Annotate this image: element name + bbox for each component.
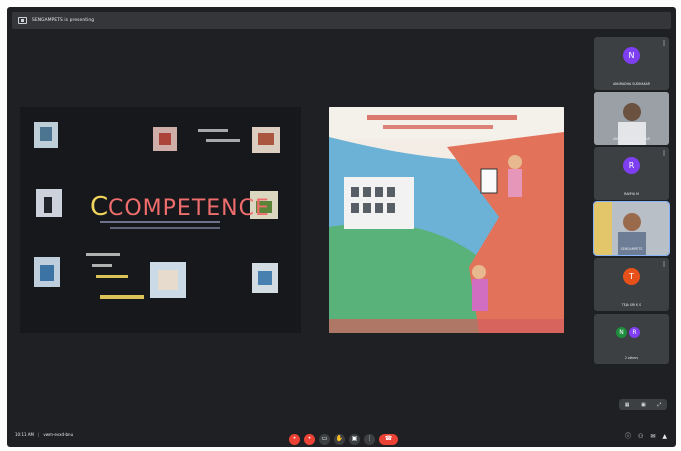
leave-call-button[interactable]: ☎: [379, 433, 398, 445]
screen-share-stage: C COMPETENCE: [20, 107, 570, 333]
captions-icon: ▭: [321, 435, 328, 442]
separator: |: [38, 432, 40, 437]
activities-icon[interactable]: ▲: [662, 434, 667, 440]
expand-icon[interactable]: ⤢: [657, 402, 661, 408]
info-icon[interactable]: ⓘ: [625, 434, 631, 440]
meet-window: SENGAMPETS is presenting C COMPETENCE N …: [7, 7, 676, 447]
poster-competence-art: C COMPETENCE: [20, 107, 301, 333]
participant-name: ANURADHA SUDHAKAR: [612, 137, 651, 141]
avatar: N: [623, 47, 640, 64]
avatar: N: [616, 327, 627, 338]
clock-time: 10:11 AM: [15, 432, 34, 437]
participant-tile[interactable]: R RAMYA M: [594, 147, 669, 200]
present-button[interactable]: ▣: [349, 433, 360, 445]
more-options-icon[interactable]: [663, 261, 665, 267]
mic-off-icon: •: [292, 435, 297, 442]
phone-hangup-icon: ☎: [384, 435, 393, 442]
camera-off-button[interactable]: •: [304, 433, 315, 445]
participant-name: 2 others: [624, 356, 639, 360]
present-icon: ▣: [351, 435, 358, 442]
grid-icon[interactable]: ▦: [625, 402, 630, 408]
participant-video-tile-active[interactable]: SENGAMPETS: [593, 201, 670, 256]
participant-name: TEJA SRI K S: [621, 303, 642, 307]
people-icon[interactable]: ⚇: [638, 434, 643, 440]
camera-off-icon: •: [307, 435, 312, 442]
chat-icon[interactable]: ✉: [650, 434, 655, 440]
meeting-info: 10:11 AM | vwm-evxd-bnu: [15, 432, 73, 437]
more-options-button[interactable]: ⋮: [364, 433, 375, 445]
participant-video-tile[interactable]: ANURADHA SUDHAKAR: [594, 92, 669, 145]
participant-name: ANURADHA SUDHAKAR: [612, 82, 651, 86]
raise-hand-button[interactable]: ✋: [334, 433, 345, 445]
layout-controls[interactable]: ▦ ▣ ⤢: [619, 399, 667, 410]
participant-name: SENGAMPETS: [620, 247, 643, 251]
mic-off-button[interactable]: •: [289, 433, 300, 445]
presenting-bar: SENGAMPETS is presenting: [12, 12, 671, 29]
avatar: T: [623, 268, 640, 285]
poster-competence: C COMPETENCE: [20, 107, 301, 333]
avatar: R: [623, 157, 640, 174]
side-panel-controls: ⓘ ⚇ ✉ ▲: [625, 434, 667, 440]
poster-dream-art: [329, 107, 564, 333]
hand-icon: ✋: [335, 435, 344, 442]
participant-tile[interactable]: N ANURADHA SUDHAKAR: [594, 37, 669, 90]
participant-name: RAMYA M: [624, 192, 639, 196]
more-options-icon[interactable]: [663, 40, 665, 46]
others-tile[interactable]: N R 2 others: [594, 314, 669, 364]
poster-dream: [329, 107, 564, 333]
more-vert-icon: ⋮: [366, 435, 373, 442]
pin-icon[interactable]: ▣: [641, 402, 646, 408]
call-controls: • • ▭ ✋ ▣ ⋮ ☎: [289, 432, 398, 446]
poster-title: COMPETENCE: [108, 196, 270, 221]
avatar: R: [629, 327, 640, 338]
meeting-code: vwm-evxd-bnu: [43, 432, 74, 437]
captions-button[interactable]: ▭: [319, 433, 330, 445]
presenting-icon: [18, 17, 27, 24]
presenting-label: SENGAMPETS is presenting: [32, 18, 95, 23]
participant-tile[interactable]: T TEJA SRI K S: [594, 258, 669, 311]
more-options-icon[interactable]: [663, 150, 665, 156]
